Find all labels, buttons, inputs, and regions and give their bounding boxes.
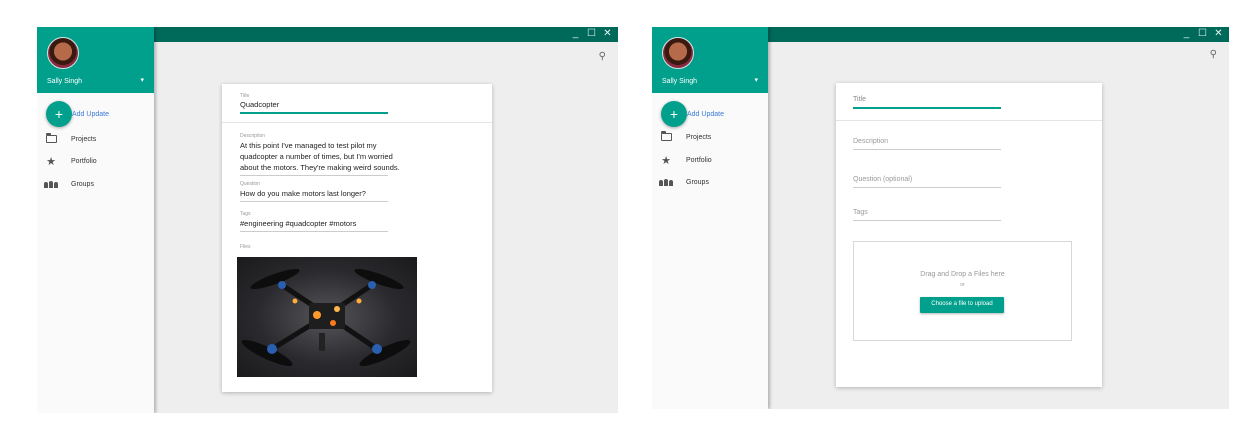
sidebar: Sally Singh ▾ + Add Update Projects ★ Po… (652, 27, 768, 409)
card-divider (222, 122, 492, 123)
card-divider (836, 120, 1102, 121)
new-update-card: Title Description Question (optional) Ta… (836, 83, 1102, 387)
sidebar-item-label: Groups (686, 178, 709, 186)
groups-icon (659, 177, 673, 187)
title-field[interactable]: Quadcopter (240, 99, 279, 110)
tags-underline (240, 231, 388, 232)
add-update-label[interactable]: Add Update (687, 111, 724, 118)
question-underline (853, 187, 1001, 188)
sidebar-item-portfolio[interactable]: ★ Portfolio (45, 154, 97, 168)
tags-label: Tags (240, 211, 251, 217)
description-input[interactable]: Description (853, 138, 888, 145)
user-header[interactable]: Sally Singh ▾ (37, 27, 154, 93)
app-window-filled: _ ☐ ✕ Sally Singh ▾ + Add Update Project… (37, 27, 618, 413)
window-controls: _ ☐ ✕ (571, 28, 612, 40)
sidebar: Sally Singh ▾ + Add Update Projects ★ Po… (37, 27, 154, 413)
description-underline (240, 175, 388, 176)
user-name: Sally Singh (662, 78, 698, 85)
app-window-empty: _ ☐ ✕ Sally Singh ▾ + Add Update Project… (652, 27, 1229, 409)
sidebar-item-groups[interactable]: Groups (659, 175, 709, 189)
question-field[interactable]: How do you make motors last longer? (240, 188, 366, 199)
chevron-down-icon[interactable]: ▾ (754, 76, 758, 84)
sidebar-item-portfolio[interactable]: ★ Portfolio (660, 153, 712, 167)
search-icon[interactable]: ⚲ (1210, 49, 1217, 60)
user-name: Sally Singh (47, 78, 83, 85)
close-icon[interactable]: ✕ (1214, 28, 1223, 40)
quadcopter-photo[interactable] (237, 257, 417, 377)
question-underline (240, 201, 388, 202)
chevron-down-icon[interactable]: ▾ (140, 76, 144, 84)
question-label: Question (240, 181, 261, 187)
groups-icon (44, 179, 58, 189)
title-bar: _ ☐ ✕ (154, 27, 618, 42)
sidebar-item-label: Projects (71, 135, 97, 143)
title-underline (240, 112, 388, 114)
sidebar-item-groups[interactable]: Groups (44, 177, 94, 191)
dropzone-text: Drag and Drop a Files here (920, 271, 1005, 278)
quadcopter-image (241, 268, 411, 367)
file-dropzone[interactable]: Drag and Drop a Files here or Choose a f… (853, 241, 1072, 341)
minimize-icon[interactable]: _ (571, 28, 580, 40)
description-underline (853, 149, 1001, 150)
description-line-1[interactable]: At this point I've managed to test pilot… (240, 140, 377, 151)
title-underline (853, 107, 1001, 109)
folder-icon (660, 131, 672, 142)
minimize-icon[interactable]: _ (1182, 28, 1191, 40)
sidebar-item-label: Projects (686, 133, 712, 141)
avatar[interactable] (47, 37, 79, 69)
avatar[interactable] (662, 37, 694, 69)
user-header[interactable]: Sally Singh ▾ (652, 27, 768, 93)
update-card: Title Quadcopter Description At this poi… (222, 84, 492, 392)
title-bar: _ ☐ ✕ (768, 27, 1229, 42)
close-icon[interactable]: ✕ (603, 28, 612, 40)
sidebar-item-label: Portfolio (686, 156, 712, 164)
tags-field[interactable]: #engineering #quadcopter #motors (240, 218, 356, 229)
description-line-3[interactable]: about the motors. They're making weird s… (240, 162, 400, 173)
description-label: Description (240, 133, 266, 139)
sidebar-item-label: Groups (71, 180, 94, 188)
sidebar-item-label: Portfolio (71, 157, 97, 165)
add-update-label[interactable]: Add Update (72, 111, 109, 118)
sidebar-item-projects[interactable]: Projects (660, 130, 711, 144)
star-icon: ★ (46, 155, 56, 168)
star-icon: ★ (661, 154, 671, 167)
tags-input[interactable]: Tags (853, 209, 868, 216)
question-input[interactable]: Question (optional) (853, 176, 912, 183)
window-controls: _ ☐ ✕ (1182, 28, 1223, 40)
dropzone-or-text: or (960, 282, 965, 288)
maximize-icon[interactable]: ☐ (1198, 28, 1207, 40)
sidebar-item-projects[interactable]: Projects (45, 132, 96, 146)
search-icon[interactable]: ⚲ (599, 51, 606, 62)
choose-file-button[interactable]: Choose a file to upload (920, 297, 1004, 313)
maximize-icon[interactable]: ☐ (587, 28, 596, 40)
description-line-2[interactable]: quadcopter a number of times, but I'm wo… (240, 151, 393, 162)
title-input[interactable]: Title (853, 96, 866, 103)
add-update-button[interactable]: + (46, 101, 72, 127)
folder-icon (45, 133, 57, 144)
add-update-button[interactable]: + (661, 101, 687, 127)
files-label: Files (240, 244, 251, 250)
tags-underline (853, 220, 1001, 221)
